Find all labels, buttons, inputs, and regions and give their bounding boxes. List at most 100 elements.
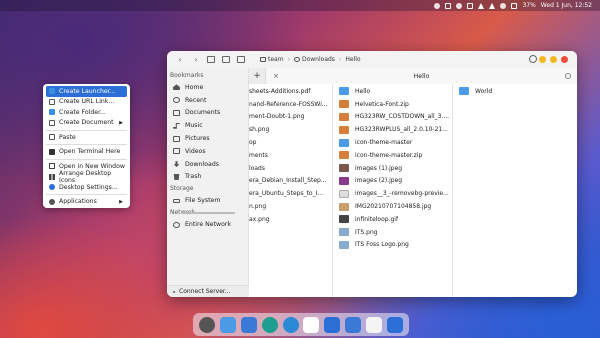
file-name: images (2).jpeg [355, 177, 403, 185]
folder-row[interactable]: World [453, 85, 577, 98]
folder-row[interactable]: icon-theme-master [333, 136, 452, 149]
folder-icon [459, 87, 469, 96]
sidebar-item-trash[interactable]: Trash [167, 171, 248, 184]
menu-item-create-document[interactable]: Create Document ▶ [46, 118, 127, 129]
file-row[interactable]: sh.png [249, 123, 332, 136]
sidebar-item-entire-network[interactable]: Entire Network [167, 218, 248, 231]
downloads-icon [293, 57, 300, 62]
file-row[interactable]: ITS.png [333, 226, 452, 239]
clock[interactable]: Wed 1 Jun, 12:52 [541, 2, 592, 9]
file-row[interactable]: ax.png [249, 213, 332, 226]
sidebar-section-header: Storage [170, 185, 194, 193]
menu-item-paste[interactable]: Paste [46, 132, 127, 143]
screenshot-icon[interactable] [467, 2, 474, 9]
file-row[interactable]: images__3_-removebg-previe... [333, 187, 452, 200]
sidebar-item-documents[interactable]: Documents [167, 107, 248, 120]
media-player-icon[interactable] [282, 316, 299, 333]
file-row[interactable]: IMG20210707104858.jpg [333, 200, 452, 213]
file-row[interactable]: nand-Reference-FOSSWi... [249, 98, 332, 111]
menu-item-create-folder[interactable]: Create Folder... [46, 107, 127, 118]
folder-row[interactable]: Hello [333, 85, 452, 98]
icon-view-button[interactable] [207, 56, 215, 63]
file-row[interactable]: ments [249, 149, 332, 162]
menu-item-create-launcher[interactable]: Create Launcher... [46, 86, 127, 97]
file-row[interactable]: Helvetica-Font.zip [333, 98, 452, 111]
window-controls [539, 56, 568, 63]
close-button[interactable] [561, 56, 568, 63]
video-app-icon[interactable] [324, 316, 341, 333]
sidebar-item-label: Downloads [185, 160, 219, 168]
file-row[interactable]: infiniteloop.gif [333, 213, 452, 226]
minimize-button[interactable] [550, 56, 557, 63]
menu-item-label: Create Folder... [59, 108, 106, 116]
file-row[interactable]: HG323RW_COSTDOWN_all_3.... [333, 111, 452, 124]
menu-item-create-url-link[interactable]: Create URL Link... [46, 97, 127, 108]
bluetooth-icon[interactable] [500, 2, 507, 9]
file-row[interactable]: op [249, 136, 332, 149]
image-file-icon [339, 228, 349, 237]
file-row[interactable]: icon-theme-master.zip [333, 149, 452, 162]
file-manager-window: ‹ › team › Downloads › Hello Bookmarks Ho… [167, 51, 577, 297]
close-tab-icon[interactable]: × [273, 72, 279, 80]
breadcrumb-item[interactable]: team [268, 56, 284, 63]
edge-browser-icon[interactable] [261, 316, 278, 333]
image-file-icon [339, 240, 349, 249]
column-view-button[interactable] [237, 56, 245, 63]
file-row[interactable]: loads [249, 162, 332, 175]
back-button[interactable]: ‹ [175, 55, 185, 65]
document-icon [49, 119, 55, 126]
mail-app-icon[interactable] [344, 316, 361, 333]
tray-app-icon[interactable] [456, 2, 463, 9]
window-icon [49, 163, 55, 170]
apps-icon [49, 198, 55, 205]
breadcrumb-item[interactable]: Downloads [302, 56, 335, 63]
music-icon [173, 122, 180, 129]
maximize-button[interactable] [539, 56, 546, 63]
file-row[interactable]: ITS Foss Logo.png [333, 239, 452, 252]
archive-icon [339, 125, 349, 134]
file-row[interactable]: HG323RWPLUS_all_2.0.10-21... [333, 123, 452, 136]
file-row[interactable]: sheets-Additions.pdf [249, 85, 332, 98]
network-icon [173, 221, 180, 228]
menu-item-label: Paste [59, 133, 76, 141]
file-name: Hello [355, 87, 371, 95]
settings-app-icon[interactable] [199, 316, 216, 333]
connect-server-button[interactable]: Connect Server... [167, 285, 249, 297]
text-editor-icon[interactable] [365, 316, 382, 333]
finder-app-icon[interactable] [240, 316, 257, 333]
tray-app-icon[interactable] [445, 2, 452, 9]
sidebar-item-file-system[interactable]: File System [167, 194, 248, 207]
menu-item-open-terminal-here[interactable]: Open Terminal Here [46, 147, 127, 158]
file-row[interactable]: n.png [249, 200, 332, 213]
sidebar-item-downloads[interactable]: Downloads [167, 158, 248, 171]
sidebar-item-pictures[interactable]: Pictures [167, 132, 248, 145]
sidebar-item-music[interactable]: Music [167, 119, 248, 132]
app-store-icon[interactable] [386, 316, 403, 333]
sidebar-item-videos[interactable]: Videos [167, 145, 248, 158]
sidebar-item-label: Trash [185, 173, 202, 181]
tab-hello[interactable]: × Hello [265, 68, 577, 84]
new-tab-button[interactable]: + [249, 71, 265, 81]
list-view-button[interactable] [222, 56, 230, 63]
file-row[interactable]: images (2).jpeg [333, 175, 452, 188]
file-row[interactable]: era_Ubuntu_Steps_to_I... [249, 187, 332, 200]
forward-button[interactable]: › [191, 55, 201, 65]
file-row[interactable]: ment-Doubt-1.png [249, 111, 332, 124]
menu-item-applications[interactable]: Applications ▶ [46, 197, 127, 208]
menu-item-desktop-settings[interactable]: Desktop Settings... [46, 182, 127, 193]
file-row[interactable]: era_Debian_Install_Step... [249, 175, 332, 188]
tab-info-icon[interactable] [565, 73, 571, 79]
search-icon[interactable] [529, 55, 537, 63]
folder-icon [339, 138, 349, 147]
breadcrumb-item[interactable]: Hello [345, 56, 360, 63]
tray-app-icon[interactable] [434, 2, 441, 9]
menu-item-arrange-desktop-icons[interactable]: Arrange Desktop Icons [46, 170, 127, 184]
sidebar-item-home[interactable]: Home [167, 81, 248, 94]
editor-app-icon[interactable] [303, 316, 320, 333]
volume-icon[interactable] [478, 2, 485, 9]
sidebar-item-recent[interactable]: Recent [167, 94, 248, 107]
file-manager-app-icon[interactable] [220, 316, 237, 333]
network-icon[interactable] [489, 2, 496, 9]
file-row[interactable]: images (1).jpeg [333, 162, 452, 175]
battery-icon[interactable] [511, 2, 518, 9]
